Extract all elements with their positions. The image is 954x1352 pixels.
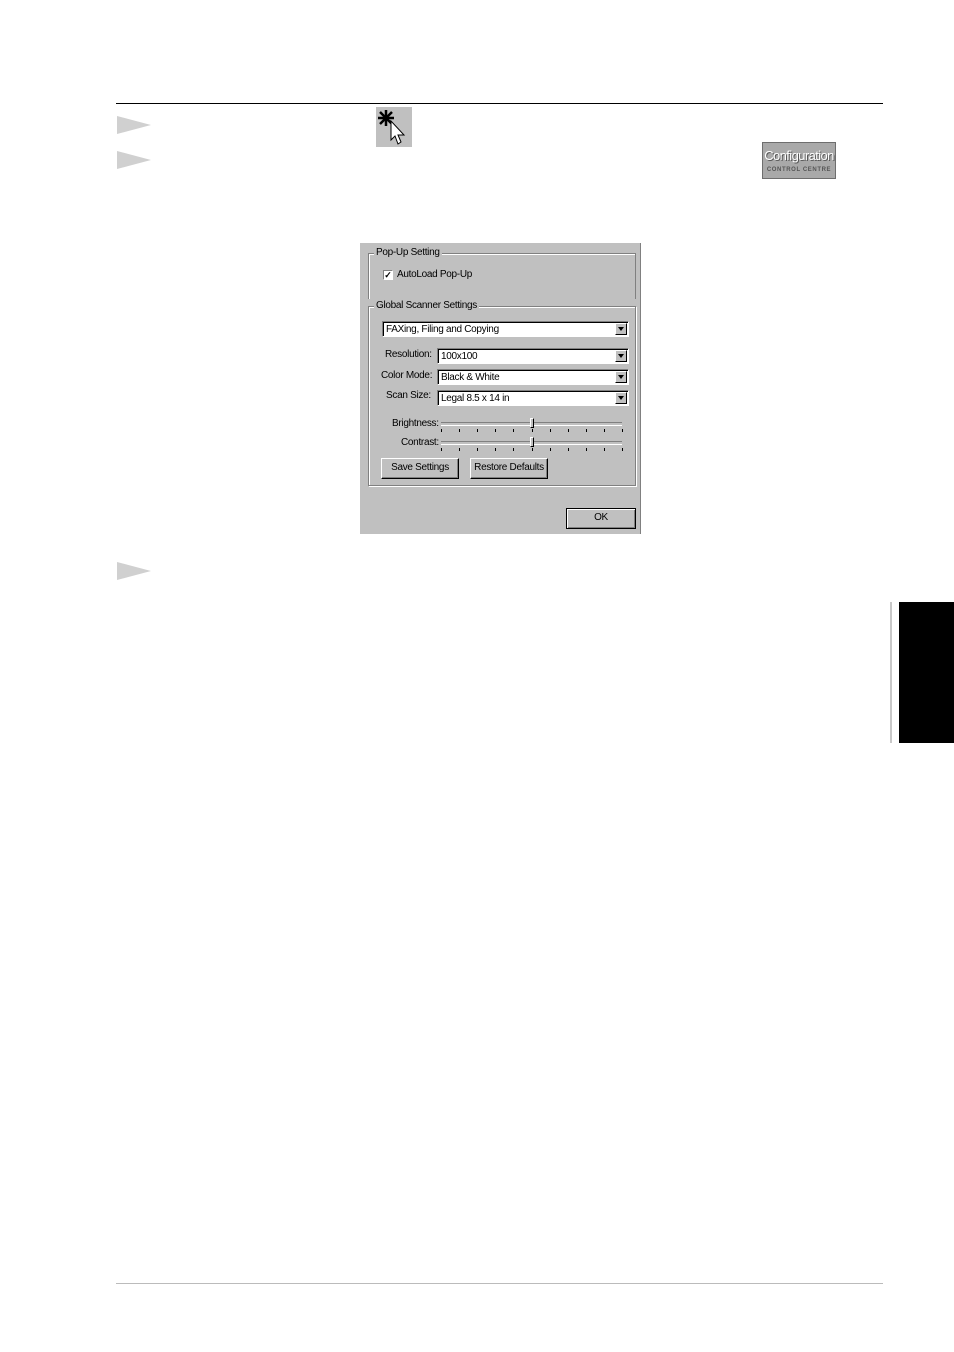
- resolution-select[interactable]: 100x100: [437, 348, 629, 364]
- chevron-down-icon[interactable]: [615, 371, 627, 383]
- chevron-down-icon[interactable]: [615, 392, 627, 404]
- scan-size-label: Scan Size:: [386, 390, 431, 401]
- brightness-label: Brightness:: [392, 418, 439, 429]
- autoload-label: AutoLoad Pop-Up: [397, 269, 473, 280]
- color-mode-value: Black & White: [441, 372, 500, 383]
- scan-mode-select[interactable]: FAXing, Filing and Copying: [382, 321, 629, 337]
- save-settings-button[interactable]: Save Settings: [381, 458, 459, 479]
- wizard-cursor-icon: [376, 107, 412, 147]
- autoload-checkbox[interactable]: ✓: [383, 270, 393, 280]
- ok-button[interactable]: OK: [566, 508, 636, 529]
- slider-tick: [495, 448, 496, 451]
- popup-setting-title: Pop-Up Setting: [374, 247, 442, 258]
- side-tab-edge: [890, 602, 892, 743]
- scan-size-value: Legal 8.5 x 14 in: [441, 393, 510, 404]
- slider-tick: [495, 429, 496, 432]
- slider-tick: [586, 448, 587, 451]
- slider-tick: [513, 448, 514, 451]
- slider-tick: [441, 448, 442, 451]
- configuration-button[interactable]: Configuration CONTROL CENTRE: [762, 142, 836, 179]
- slider-tick: [586, 429, 587, 432]
- brightness-slider-thumb[interactable]: [529, 418, 534, 428]
- slider-tick: [532, 429, 533, 432]
- resolution-value: 100x100: [441, 351, 478, 362]
- contrast-label: Contrast:: [401, 437, 439, 448]
- restore-defaults-button[interactable]: Restore Defaults: [470, 458, 548, 479]
- slider-tick: [459, 429, 460, 432]
- side-chapter-tab: [899, 602, 954, 743]
- slider-tick: [513, 429, 514, 432]
- configuration-label: Configuration: [764, 148, 834, 163]
- chevron-down-icon[interactable]: [615, 323, 627, 335]
- slider-tick: [622, 448, 623, 451]
- scanner-settings-dialog: Pop-Up Setting ✓ AutoLoad Pop-Up Global …: [358, 243, 641, 534]
- slider-tick: [441, 429, 442, 432]
- scan-mode-value: FAXing, Filing and Copying: [386, 324, 499, 335]
- color-mode-label: Color Mode:: [381, 370, 433, 381]
- scan-size-select[interactable]: Legal 8.5 x 14 in: [437, 390, 629, 406]
- color-mode-select[interactable]: Black & White: [437, 369, 629, 385]
- contrast-slider-thumb[interactable]: [529, 437, 534, 447]
- step-arrow-icon: [117, 562, 151, 580]
- slider-tick: [550, 429, 551, 432]
- resolution-label: Resolution:: [385, 349, 432, 360]
- chevron-down-icon[interactable]: [615, 350, 627, 362]
- slider-tick: [604, 429, 605, 432]
- slider-tick: [622, 429, 623, 432]
- control-centre-label: CONTROL CENTRE: [766, 167, 832, 173]
- slider-tick: [568, 429, 569, 432]
- slider-tick: [532, 448, 533, 451]
- top-rule: [116, 103, 883, 104]
- slider-tick: [550, 448, 551, 451]
- global-scanner-title: Global Scanner Settings: [374, 300, 479, 311]
- step-arrow-icon: [117, 151, 151, 169]
- slider-tick: [477, 448, 478, 451]
- slider-tick: [459, 448, 460, 451]
- slider-tick: [604, 448, 605, 451]
- slider-tick: [568, 448, 569, 451]
- slider-tick: [477, 429, 478, 432]
- bottom-rule: [116, 1283, 883, 1284]
- step-arrow-icon: [117, 116, 151, 134]
